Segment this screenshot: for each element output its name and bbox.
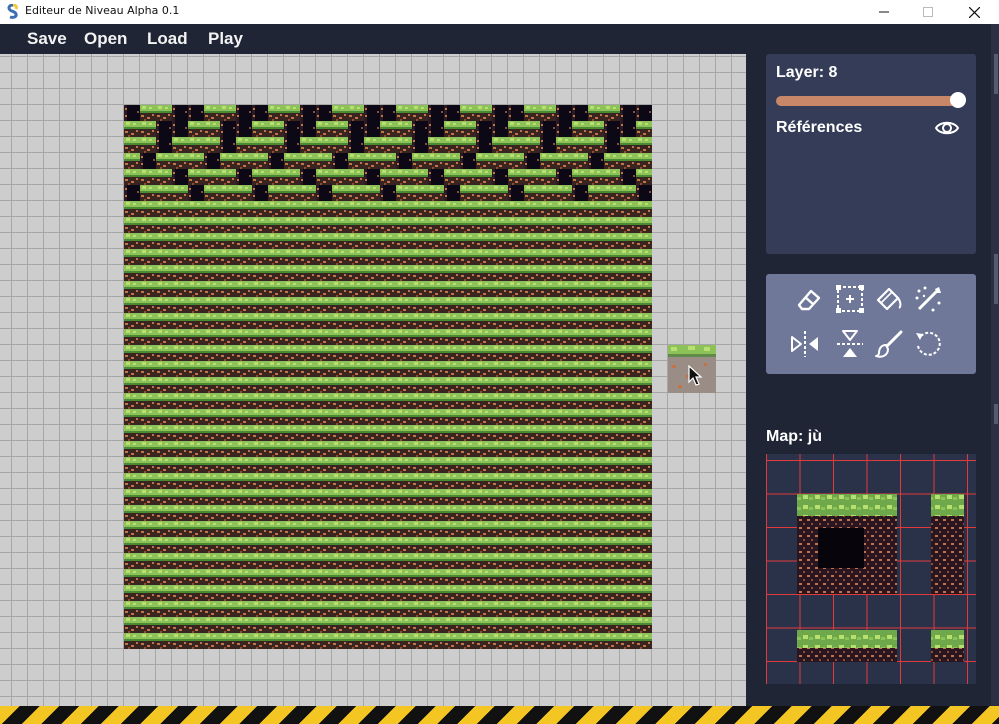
tools-panel — [766, 274, 976, 374]
flip-vertical-icon[interactable] — [834, 328, 866, 360]
menu-bar: Save Open Load Play — [0, 24, 999, 54]
minimize-icon — [879, 11, 889, 13]
level-map[interactable] — [124, 105, 652, 649]
close-button[interactable] — [951, 0, 997, 24]
window-title: Editeur de Niveau Alpha 0.1 — [25, 4, 180, 17]
minimize-button[interactable] — [861, 0, 907, 24]
eraser-icon[interactable] — [793, 283, 825, 315]
layer-panel: Layer: 8 Références — [766, 54, 976, 254]
tileset-label: Map: jù — [766, 428, 822, 445]
maximize-icon — [923, 7, 933, 17]
side-panel: Layer: 8 Références Map: jù — [746, 54, 999, 706]
layer-label: Layer: 8 — [776, 64, 838, 81]
references-label: Références — [776, 119, 863, 136]
level-canvas[interactable] — [0, 54, 746, 706]
hazard-stripe-bar — [0, 706, 999, 724]
mouse-pointer-icon — [688, 365, 703, 386]
tileset-palette[interactable] — [766, 454, 976, 684]
menu-load[interactable]: Load — [147, 29, 188, 49]
app-snake-icon — [7, 4, 18, 19]
window-titlebar: Editeur de Niveau Alpha 0.1 — [0, 0, 999, 24]
random-brush-icon[interactable] — [913, 283, 945, 315]
menu-play[interactable]: Play — [208, 29, 243, 49]
layer-slider[interactable] — [776, 96, 956, 106]
select-area-icon[interactable] — [834, 283, 866, 315]
menu-open[interactable]: Open — [84, 29, 127, 49]
brush-icon[interactable] — [873, 328, 905, 360]
eye-icon[interactable] — [934, 117, 960, 139]
rotate-icon[interactable] — [913, 328, 945, 360]
close-icon — [968, 6, 980, 18]
scrollbar[interactable] — [991, 24, 999, 706]
maximize-button[interactable] — [905, 0, 951, 24]
layer-slider-thumb[interactable] — [950, 92, 966, 108]
menu-save[interactable]: Save — [27, 29, 67, 49]
flip-horizontal-icon[interactable] — [789, 328, 821, 360]
fill-bucket-icon[interactable] — [873, 283, 905, 315]
